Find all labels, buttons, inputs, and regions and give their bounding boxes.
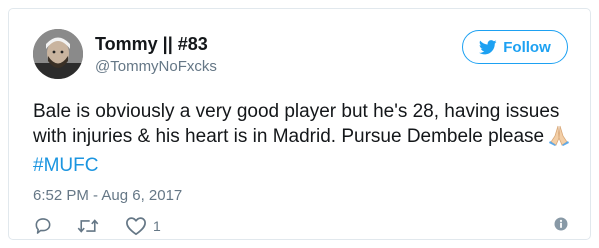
- info-icon[interactable]: [554, 217, 568, 236]
- folded-hands-emoji: [548, 124, 570, 153]
- tweet-text-line-1: Bale is obviously a very good player but…: [33, 101, 560, 122]
- tweet-text-line-2-wrap: with injuries & his heart is in Madrid. …: [33, 124, 578, 153]
- tweet-text: Bale is obviously a very good player but…: [33, 99, 578, 178]
- retweet-button[interactable]: [77, 216, 99, 236]
- retweet-icon: [77, 216, 99, 236]
- tweet-actions: 1: [33, 215, 161, 237]
- user-avatar[interactable]: [33, 29, 83, 79]
- follow-button-label: Follow: [503, 38, 551, 56]
- twitter-bird-icon: [479, 39, 497, 55]
- user-handle[interactable]: @TommyNoFxcks: [95, 57, 217, 77]
- reply-button[interactable]: [33, 216, 53, 236]
- reply-icon: [33, 216, 53, 236]
- display-name[interactable]: Tommy || #83: [95, 34, 208, 54]
- heart-icon: [125, 216, 147, 236]
- like-button[interactable]: 1: [125, 216, 161, 236]
- tweet-text-line-2: with injuries & his heart is in Madrid. …: [33, 126, 545, 147]
- hashtag-link[interactable]: #MUFC: [33, 153, 578, 178]
- tweet-timestamp[interactable]: 6:52 PM - Aug 6, 2017: [33, 187, 182, 205]
- tweet-card: Tommy || #83 @TommyNoFxcks Follow Bale i…: [8, 8, 591, 240]
- follow-button[interactable]: Follow: [462, 30, 568, 64]
- like-count: 1: [153, 218, 161, 234]
